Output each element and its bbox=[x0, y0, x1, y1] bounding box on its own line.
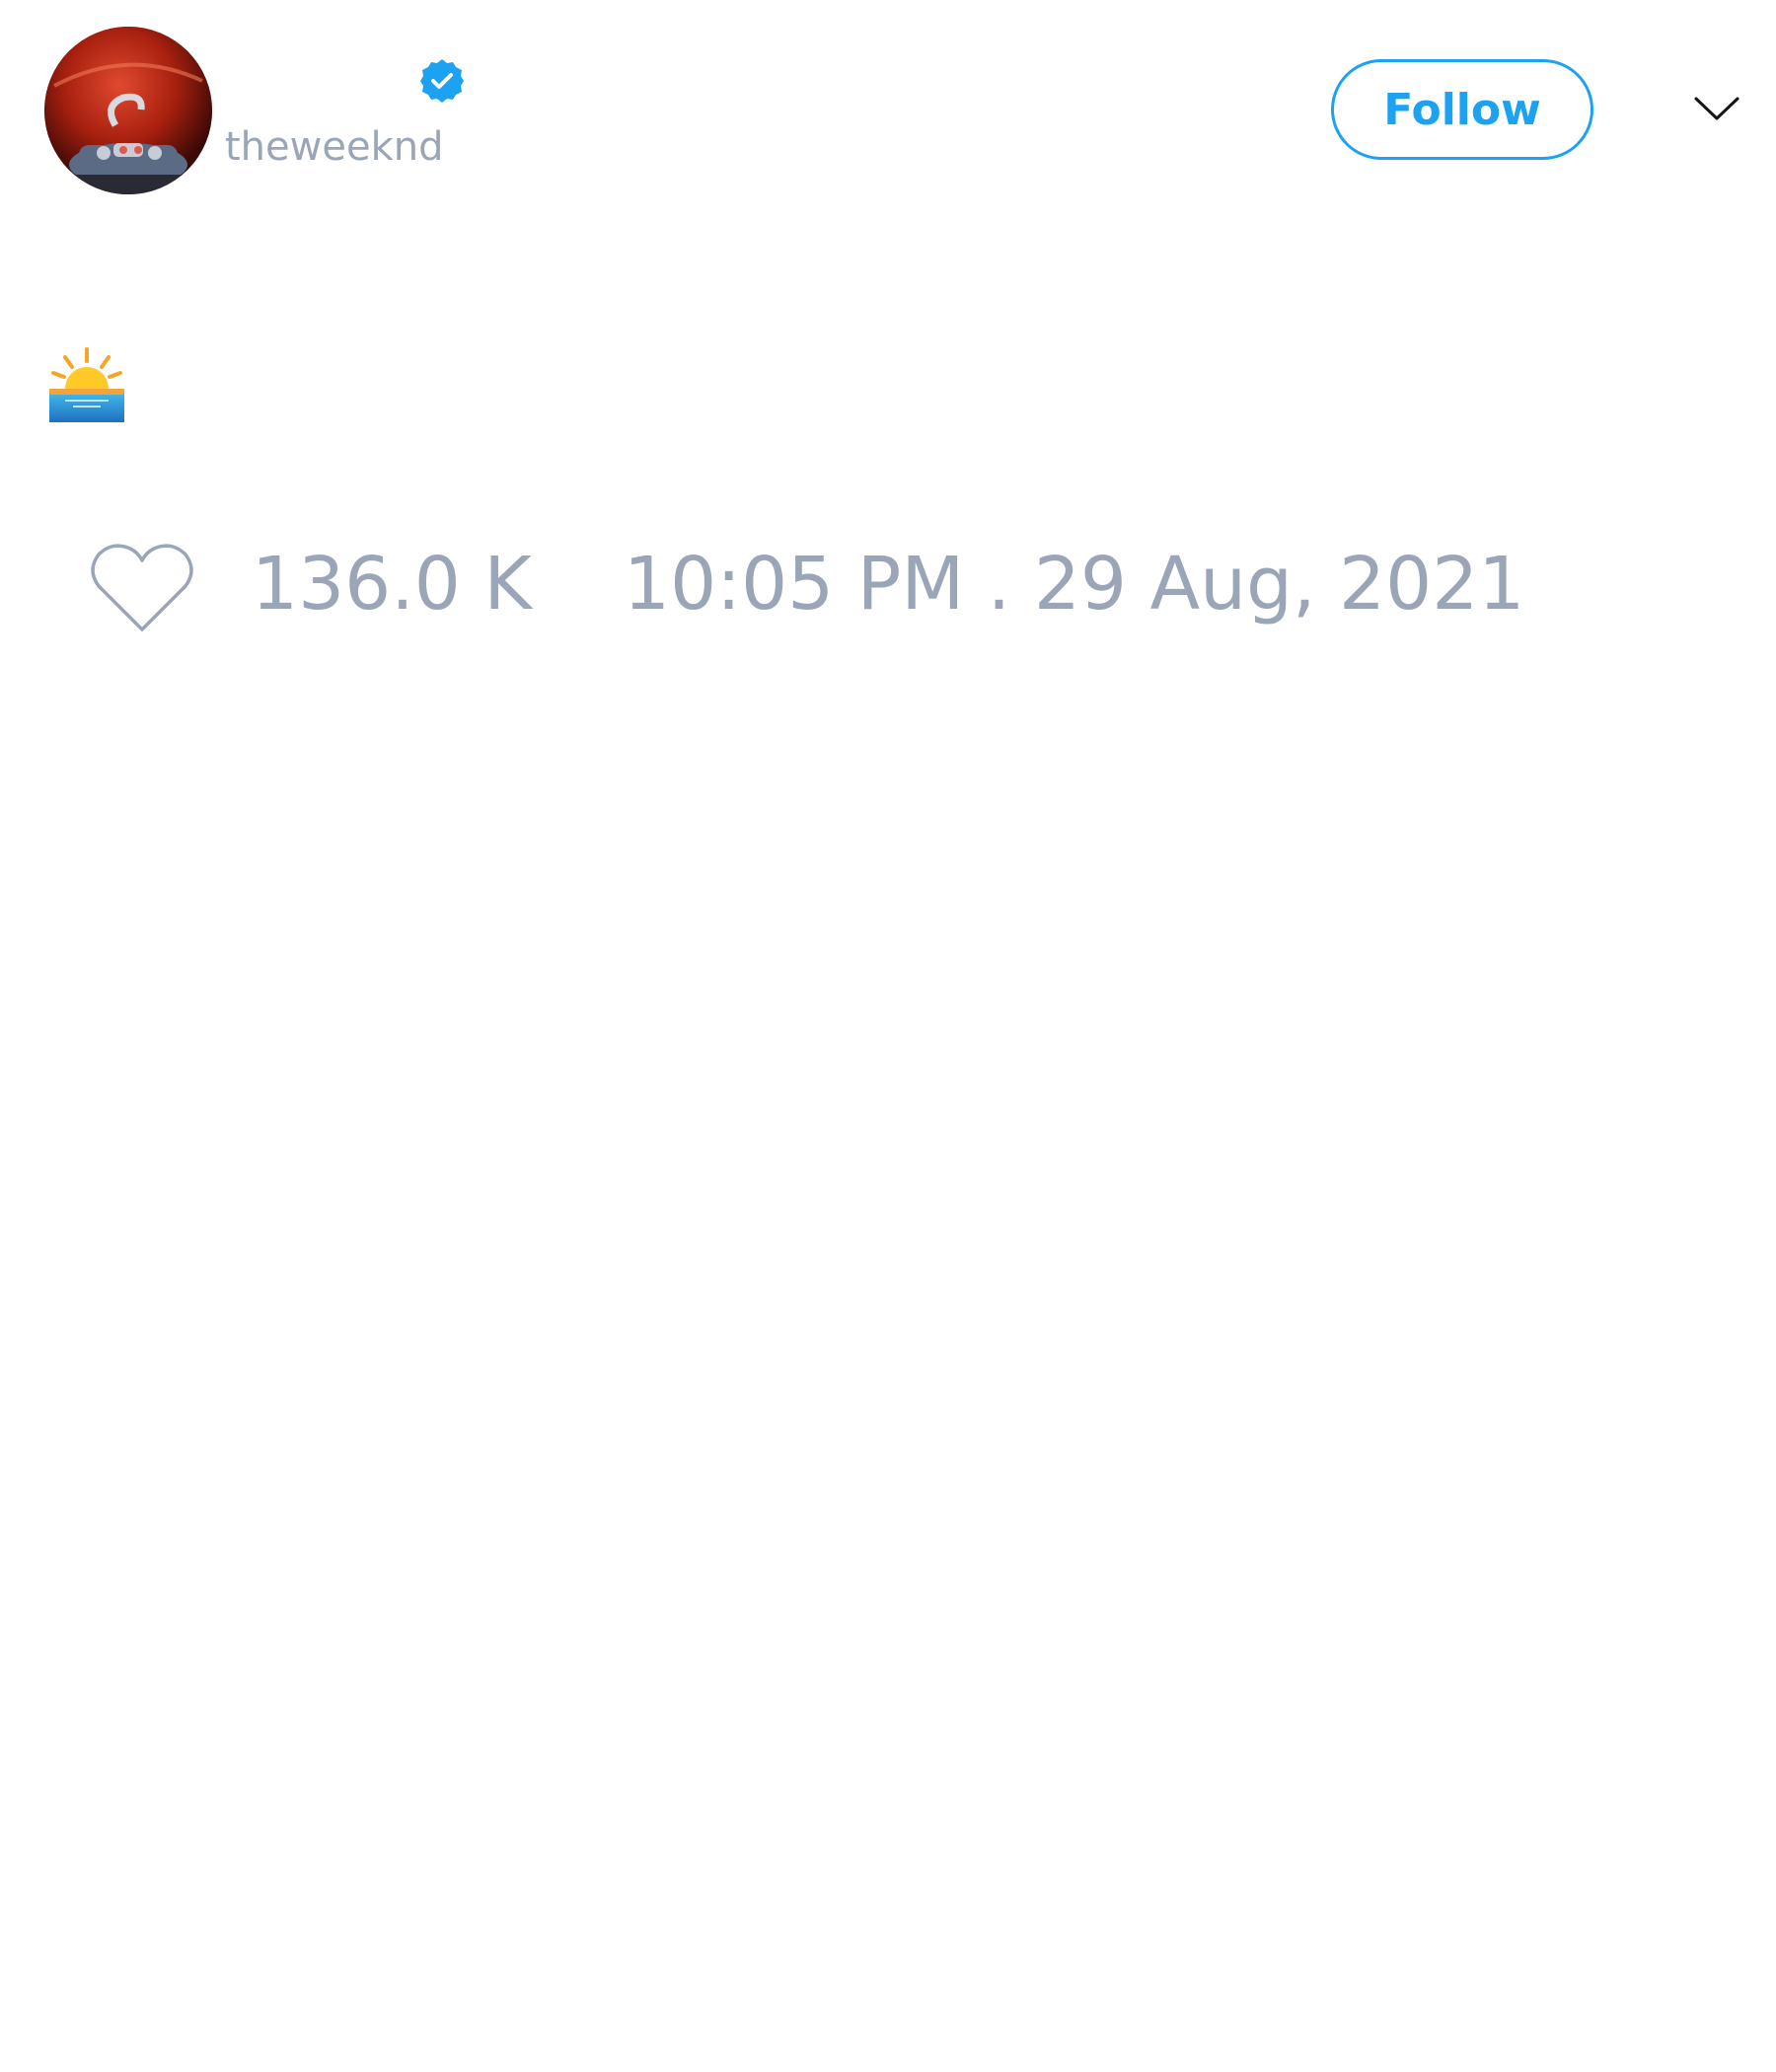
avatar[interactable] bbox=[44, 27, 212, 194]
tweet-timestamp[interactable]: 10:05 PM . 29 Aug, 2021 bbox=[624, 548, 1524, 621]
user-handle[interactable]: theweeknd bbox=[225, 123, 443, 171]
follow-button[interactable]: Follow bbox=[1331, 59, 1593, 160]
like-count[interactable]: 136.0 K bbox=[252, 548, 532, 621]
sunrise-emoji-icon bbox=[47, 345, 126, 424]
chevron-down-icon[interactable] bbox=[1692, 89, 1741, 128]
verified-badge-icon bbox=[418, 57, 466, 105]
tweet-text bbox=[47, 345, 126, 424]
avatar-image bbox=[44, 27, 212, 194]
heart-icon[interactable] bbox=[89, 541, 195, 635]
